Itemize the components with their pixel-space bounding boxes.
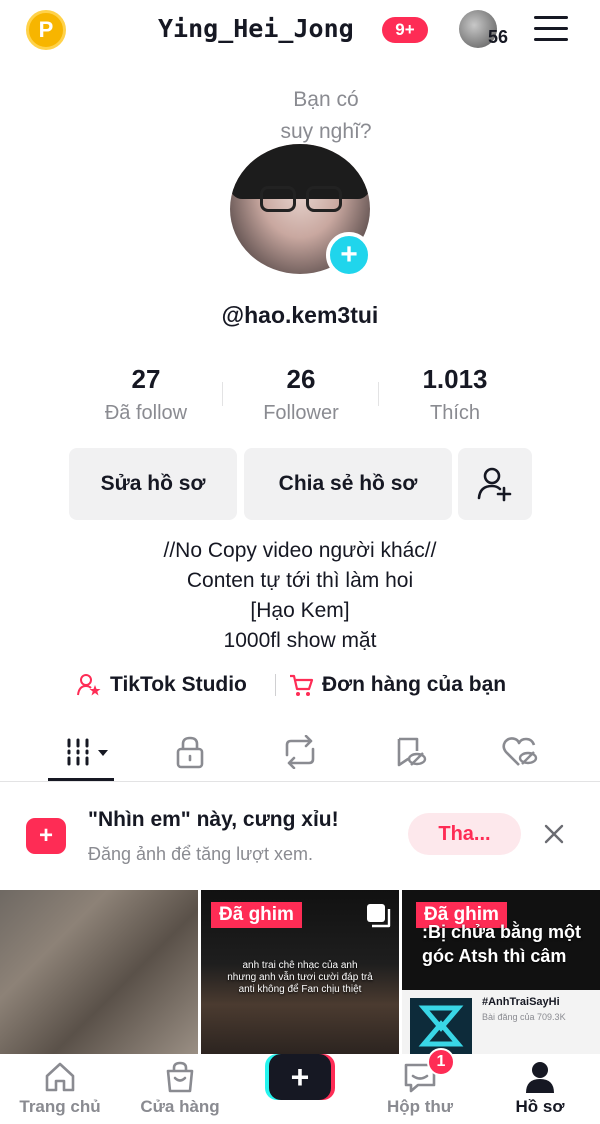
orders-link[interactable]: Đơn hàng của bạn [288, 668, 506, 702]
caption-line: anh trai chê nhạc của anh [242, 960, 358, 971]
add-photo-icon: + [26, 818, 66, 854]
profile-bio: //No Copy video người khác// Conten tự t… [0, 536, 600, 656]
promo-subtitle: Đăng ảnh để tăng lượt xem. [88, 844, 313, 864]
promo-action-button[interactable]: Tha... [408, 813, 521, 855]
embedded-post: #AnhTraiSayHi Bài đăng của 709.3K [402, 990, 600, 1054]
lock-icon [176, 736, 204, 769]
add-friend-icon [477, 467, 512, 502]
nav-profile[interactable]: Hồ sơ [490, 1058, 590, 1118]
pinned-badge: Đã ghim [211, 902, 302, 928]
promo-banner[interactable]: + "Nhìn em" này, cưng xỉu! Đăng ảnh để t… [0, 796, 600, 882]
nav-inbox[interactable]: Hộp thư [370, 1058, 470, 1118]
account-count: 56 [488, 27, 509, 47]
stat-label: Follower [263, 402, 339, 424]
cart-icon [290, 674, 314, 696]
menu-icon[interactable] [534, 16, 568, 42]
video-caption: anh trai chê nhạc của anh nhưng anh vẫn … [201, 960, 399, 996]
orders-label: Đơn hàng của bạn [322, 673, 507, 696]
tab-favorites[interactable] [380, 732, 440, 772]
nav-label: Trang chủ [19, 1097, 101, 1116]
liked-icon [502, 737, 538, 766]
notification-badge: 9+ [382, 17, 428, 43]
edit-profile-button[interactable]: Sửa hồ sơ [69, 448, 237, 520]
stat-following[interactable]: 27 Đã follow [66, 362, 226, 430]
avatar-hair [230, 144, 370, 199]
stat-value: 27 [131, 364, 161, 394]
stat-followers[interactable]: 26 Follower [221, 362, 381, 430]
plus-icon: + [269, 1054, 331, 1100]
close-icon[interactable] [538, 818, 570, 850]
tab-reposts[interactable] [270, 732, 330, 772]
video-thumbnail[interactable] [0, 890, 198, 1054]
video-grid: Đã ghim anh trai chê nhạc của anh nhưng … [0, 890, 600, 1054]
caption-line: nhưng anh vẫn tươi cười đáp trả [227, 972, 373, 983]
active-tab-indicator [48, 778, 114, 781]
caption-line: góc Atsh thì câm [422, 946, 567, 966]
stat-label: Đã follow [104, 402, 188, 424]
home-icon [45, 1062, 75, 1092]
stat-likes[interactable]: 1.013 Thích [375, 362, 535, 430]
stat-value: 1.013 [422, 364, 488, 394]
favorites-icon [397, 737, 427, 767]
stat-label: Thích [429, 402, 481, 424]
bio-line: Conten tự tới thì làm hoi [186, 569, 414, 592]
avatar-glasses-right [306, 186, 342, 212]
nav-home[interactable]: Trang chủ [10, 1058, 110, 1118]
videos-grid-icon [67, 738, 108, 766]
inbox-badge: 1 [427, 1048, 455, 1076]
bio-line: //No Copy video người khác// [163, 539, 437, 562]
promo-title: "Nhìn em" này, cưng xỉu! [88, 808, 339, 831]
add-story-button[interactable]: + [326, 232, 372, 278]
post-hashtag: #AnhTraiSayHi [482, 996, 560, 1008]
profile-icon [526, 1062, 554, 1093]
video-caption: :Bị chửa bằng một góc Atsh thì câm [422, 920, 581, 968]
bottom-navigation: Trang chủ Cửa hàng + Hộp thư Hồ sơ [0, 1054, 600, 1124]
profile-handle: @hao.kem3tui [221, 302, 379, 328]
create-button[interactable]: + [265, 1054, 335, 1100]
content-tabs [0, 722, 600, 782]
shop-bag-icon [166, 1061, 194, 1093]
top-bar: P Ying_Hei_Jong 9+ 56 [0, 0, 600, 62]
profile-links: TikTok Studio Đơn hàng của bạn [0, 668, 600, 702]
nav-shop[interactable]: Cửa hàng [130, 1058, 230, 1118]
studio-icon [77, 674, 101, 696]
nav-label: Cửa hàng [140, 1097, 220, 1116]
profile-stats: 27 Đã follow 26 Follower 1.013 Thích [0, 362, 600, 432]
tab-liked[interactable] [490, 732, 550, 772]
links-divider [275, 674, 276, 696]
post-views: Bài đăng của 709.3K [482, 1012, 566, 1022]
tab-private[interactable] [160, 732, 220, 772]
caption-line: anti không để Fan chịu thiệt [238, 984, 362, 995]
nav-label: Hồ sơ [515, 1097, 565, 1116]
coin-icon[interactable]: P [26, 10, 66, 50]
video-thumbnail[interactable]: Đã ghim :Bị chửa bằng một góc Atsh thì c… [402, 890, 600, 1054]
multi-photo-icon [367, 904, 391, 928]
repost-icon [285, 735, 315, 769]
tiktok-studio-link[interactable]: TikTok Studio [76, 668, 247, 702]
share-profile-button[interactable]: Chia sẻ hồ sơ [244, 448, 452, 520]
bio-line: 1000fl show mặt [223, 629, 377, 652]
thought-line-1: Bạn có [293, 88, 359, 111]
logo-icon [418, 1005, 464, 1047]
add-friend-button[interactable] [458, 448, 532, 520]
post-thumbnail [410, 998, 472, 1054]
bio-line: [Hạo Kem] [250, 599, 350, 622]
tab-videos[interactable] [56, 732, 116, 772]
nav-label: Hộp thư [386, 1097, 454, 1116]
avatar-glasses-left [260, 186, 296, 212]
caption-line: :Bị chửa bằng một [422, 922, 582, 942]
studio-label: TikTok Studio [110, 673, 247, 696]
stat-value: 26 [286, 364, 316, 394]
username-switcher[interactable]: Ying_Hei_Jong [158, 14, 354, 43]
video-thumbnail[interactable]: Đã ghim anh trai chê nhạc của anh nhưng … [201, 890, 399, 1054]
